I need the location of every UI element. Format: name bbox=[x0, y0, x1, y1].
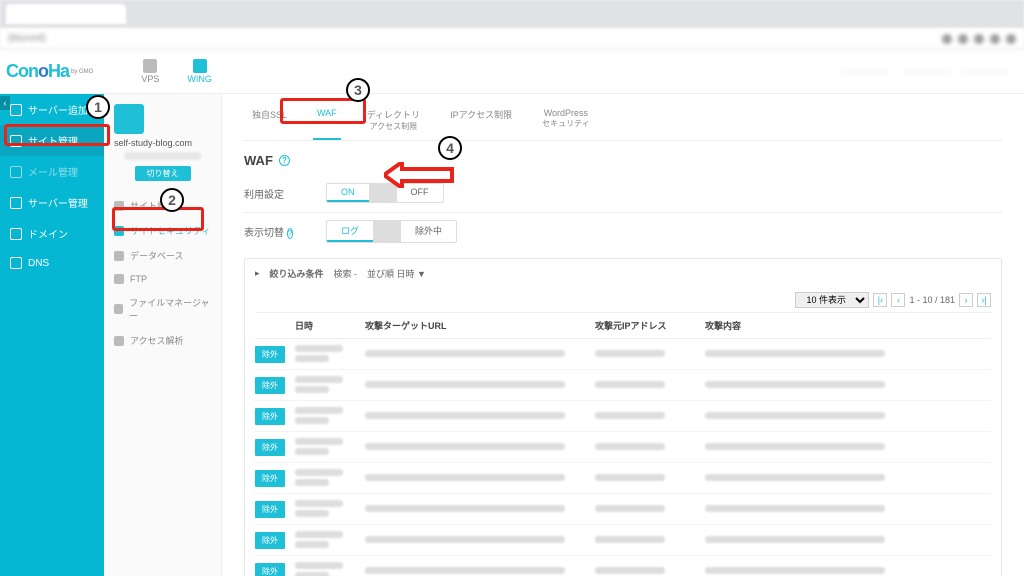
exclude-button[interactable]: 除外 bbox=[255, 346, 285, 363]
submenu-site-security[interactable]: サイトセキュリティ bbox=[104, 218, 221, 243]
database-icon bbox=[114, 251, 124, 261]
tab-ssl[interactable]: 独自SSL bbox=[248, 100, 291, 140]
url-text: (blurred) bbox=[8, 33, 46, 44]
app-header: ConoHa by GMO VPS WING bbox=[0, 50, 1024, 94]
table-row: 除外 bbox=[255, 432, 991, 463]
gear-icon bbox=[114, 201, 124, 211]
help-icon[interactable]: ? bbox=[279, 155, 290, 166]
usage-toggle[interactable]: ON OFF bbox=[326, 183, 444, 203]
vnav-server-add[interactable]: サーバー追加 bbox=[0, 94, 104, 125]
header-right bbox=[842, 71, 1010, 73]
plus-icon bbox=[10, 104, 22, 116]
domain-name: self-study-blog.com bbox=[114, 138, 211, 148]
col-ip[interactable]: 攻撃元IPアドレス bbox=[595, 319, 705, 332]
section-title: WAF? bbox=[244, 153, 1002, 168]
per-page-select[interactable]: 10 件表示 bbox=[795, 292, 869, 308]
browser-tab[interactable] bbox=[6, 4, 126, 24]
header-tab-wing[interactable]: WING bbox=[187, 59, 212, 84]
display-switch-label: 表示切替 ? bbox=[244, 224, 298, 239]
table-row: 除外 bbox=[255, 494, 991, 525]
pager-last[interactable]: ›| bbox=[977, 293, 991, 307]
table-row: 除外 bbox=[255, 556, 991, 576]
browser-tab-bar bbox=[0, 0, 1024, 28]
vnav-mail[interactable]: メール管理 bbox=[0, 156, 104, 187]
pager-prev[interactable]: ‹ bbox=[891, 293, 905, 307]
table-row: 除外 bbox=[255, 463, 991, 494]
server-icon bbox=[10, 197, 22, 209]
toggle-off[interactable]: OFF bbox=[397, 184, 443, 202]
exclude-button[interactable]: 除外 bbox=[255, 408, 285, 425]
table-row: 除外 bbox=[255, 401, 991, 432]
switch-domain-button[interactable]: 切り替え bbox=[135, 166, 191, 181]
tab-waf[interactable]: WAF bbox=[313, 100, 341, 140]
exclude-button[interactable]: 除外 bbox=[255, 501, 285, 518]
submenu-database[interactable]: データベース bbox=[104, 243, 221, 268]
exclude-button[interactable]: 除外 bbox=[255, 470, 285, 487]
col-detail[interactable]: 攻撃内容 bbox=[705, 319, 991, 332]
mail-icon bbox=[10, 166, 22, 178]
toggle-on[interactable]: ON bbox=[327, 184, 369, 202]
col-url[interactable]: 攻撃ターゲットURL bbox=[365, 319, 595, 332]
sub-sidebar: self-study-blog.com 切り替え サイト設定 サイトセキュリティ… bbox=[104, 94, 222, 576]
filter-bar[interactable]: ▸ 絞り込み条件 検索 - 並び順 日時 ▼ bbox=[255, 265, 991, 288]
main-content: 独自SSL WAF ディレクトリアクセス制限 IPアクセス制限 WordPres… bbox=[222, 94, 1024, 576]
table-row: 除外 bbox=[255, 370, 991, 401]
header-tab-vps[interactable]: VPS bbox=[141, 59, 159, 84]
pager-first[interactable]: |‹ bbox=[873, 293, 887, 307]
exclude-button[interactable]: 除外 bbox=[255, 377, 285, 394]
ftp-icon bbox=[114, 274, 124, 284]
site-icon bbox=[10, 135, 22, 147]
vnav-server-manage[interactable]: サーバー管理 bbox=[0, 187, 104, 218]
submenu-ftp[interactable]: FTP bbox=[104, 268, 221, 290]
tab-directory[interactable]: ディレクトリアクセス制限 bbox=[363, 100, 424, 140]
submenu-access-analytics[interactable]: アクセス解析 bbox=[104, 328, 221, 353]
display-toggle[interactable]: ログ 除外中 bbox=[326, 220, 457, 243]
log-table-card: ▸ 絞り込み条件 検索 - 並び順 日時 ▼ 10 件表示 |‹ ‹ 1 - 1… bbox=[244, 258, 1002, 576]
logo: ConoHa bbox=[6, 61, 69, 82]
vnav-site-manage[interactable]: サイト管理 bbox=[0, 125, 104, 156]
dns-icon bbox=[10, 257, 22, 269]
col-date[interactable]: 日時 bbox=[295, 319, 365, 332]
shield-icon bbox=[114, 226, 124, 236]
chart-icon bbox=[114, 336, 124, 346]
exclude-button[interactable]: 除外 bbox=[255, 439, 285, 456]
toggle-log[interactable]: ログ bbox=[327, 221, 373, 242]
security-tabs: 独自SSL WAF ディレクトリアクセス制限 IPアクセス制限 WordPres… bbox=[244, 100, 1002, 141]
domain-card-icon bbox=[114, 104, 144, 134]
toggle-excluded[interactable]: 除外中 bbox=[401, 221, 456, 242]
usage-setting-label: 利用設定 bbox=[244, 186, 298, 201]
vnav-dns[interactable]: DNS bbox=[0, 249, 104, 277]
help-icon[interactable]: ? bbox=[287, 228, 293, 239]
vertical-nav: ‹ サーバー追加 サイト管理 メール管理 サーバー管理 ドメイン DNS bbox=[0, 94, 104, 576]
submenu-site-settings[interactable]: サイト設定 bbox=[104, 193, 221, 218]
exclude-button[interactable]: 除外 bbox=[255, 563, 285, 576]
exclude-button[interactable]: 除外 bbox=[255, 532, 285, 549]
table-row: 除外 bbox=[255, 339, 991, 370]
pager-next[interactable]: › bbox=[959, 293, 973, 307]
domain-icon bbox=[10, 228, 22, 240]
submenu-file-manager[interactable]: ファイルマネージャー bbox=[104, 290, 221, 328]
wing-icon bbox=[193, 59, 207, 73]
tab-wordpress[interactable]: WordPressセキュリティ bbox=[538, 100, 594, 140]
vps-icon bbox=[143, 59, 157, 73]
folder-icon bbox=[114, 304, 123, 314]
logo-subtitle: by GMO bbox=[71, 69, 93, 75]
browser-url-bar[interactable]: (blurred) bbox=[0, 28, 1024, 50]
table-header: 日時 攻撃ターゲットURL 攻撃元IPアドレス 攻撃内容 bbox=[255, 312, 991, 339]
pager-range: 1 - 10 / 181 bbox=[909, 295, 955, 305]
tab-ip-access[interactable]: IPアクセス制限 bbox=[446, 100, 516, 140]
vnav-domain[interactable]: ドメイン bbox=[0, 218, 104, 249]
table-row: 除外 bbox=[255, 525, 991, 556]
pager: 10 件表示 |‹ ‹ 1 - 10 / 181 › ›| bbox=[255, 288, 991, 312]
